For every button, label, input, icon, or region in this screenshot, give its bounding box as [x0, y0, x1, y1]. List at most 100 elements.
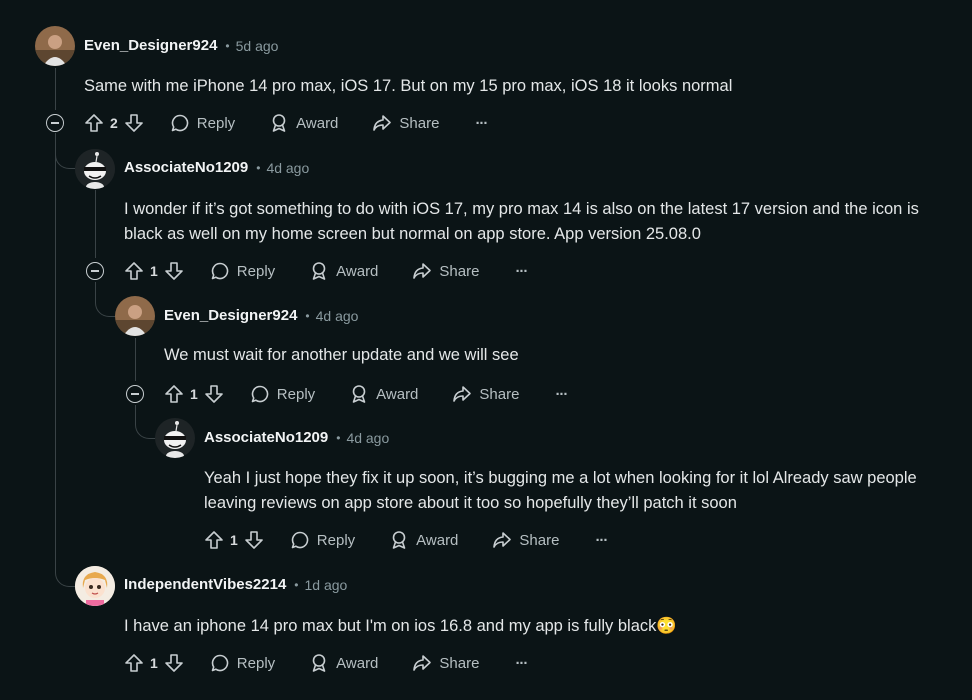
timestamp[interactable]: 1d ago: [305, 577, 348, 593]
award-label: Award: [376, 385, 419, 403]
collapse-thread-button[interactable]: [126, 385, 144, 403]
author-name[interactable]: IndependentVibes2214: [124, 576, 286, 593]
collapse-thread-button[interactable]: [86, 262, 104, 280]
award-icon: [392, 531, 406, 549]
share-label: Share: [439, 262, 480, 280]
avatar[interactable]: [35, 26, 75, 66]
downvote-icon: [124, 114, 143, 132]
upvote-icon: [205, 531, 223, 549]
upvote-icon: [125, 654, 143, 672]
reply-button[interactable]: Reply: [250, 384, 315, 404]
vote-count: 1: [190, 386, 198, 402]
thread-line: [135, 338, 136, 381]
upvote-icon: [165, 385, 183, 403]
more-options-button[interactable]: ···: [555, 386, 568, 403]
award-button[interactable]: Award: [269, 113, 338, 133]
share-icon: [373, 115, 392, 131]
comment-body: I have an iphone 14 pro max but I'm on i…: [124, 617, 677, 635]
comment-header: Even_Designer924 • 5d ago: [84, 37, 278, 54]
reply-label: Reply: [196, 114, 236, 132]
reply-button[interactable]: Reply: [210, 653, 275, 673]
comment-body: Same with me iPhone 14 pro max, iOS 17. …: [84, 77, 733, 95]
vote-count: 1: [230, 532, 238, 548]
comment-bubble-icon: [291, 531, 309, 549]
author-name[interactable]: AssociateNo1209: [204, 429, 328, 446]
comment-header: IndependentVibes2214 • 1d ago: [124, 576, 347, 593]
share-button[interactable]: Share: [372, 113, 439, 133]
comment-body: We must wait for another update and we w…: [164, 346, 519, 364]
thread-line: [55, 68, 56, 110]
thread-line: [55, 133, 56, 553]
cartoon-avatar-icon: [75, 566, 115, 606]
timestamp[interactable]: 4d ago: [316, 308, 359, 324]
vote-count: 1: [150, 655, 158, 671]
downvote-button[interactable]: [164, 653, 184, 673]
avatar[interactable]: [155, 418, 195, 458]
downvote-button[interactable]: [164, 261, 184, 281]
user-photo-icon: [115, 296, 155, 336]
comment-actions: 1 Reply Award Share ···: [164, 382, 568, 406]
more-options-button[interactable]: ···: [515, 263, 528, 280]
downvote-button[interactable]: [244, 530, 264, 550]
avatar[interactable]: [75, 566, 115, 606]
award-label: Award: [336, 262, 379, 280]
upvote-button[interactable]: [164, 384, 184, 404]
avatar[interactable]: [75, 149, 115, 189]
reply-button[interactable]: Reply: [210, 261, 275, 281]
award-button[interactable]: Award: [389, 530, 458, 550]
share-icon: [493, 532, 512, 548]
comment-body: I wonder if it’s got something to do wit…: [124, 200, 919, 243]
award-icon: [312, 654, 326, 672]
comment-bubble-icon: [171, 114, 189, 132]
award-button[interactable]: Award: [309, 653, 378, 673]
share-button[interactable]: Share: [452, 384, 519, 404]
separator-dot: •: [294, 577, 299, 592]
award-button[interactable]: Award: [349, 384, 418, 404]
award-button[interactable]: Award: [309, 261, 378, 281]
share-icon: [453, 386, 472, 402]
timestamp[interactable]: 5d ago: [236, 38, 279, 54]
share-icon: [413, 263, 432, 279]
comment-actions: 1 Reply Award Share ···: [124, 259, 528, 283]
reply-label: Reply: [236, 654, 276, 672]
comment-body: Yeah I just hope they fix it up soon, it…: [204, 469, 917, 512]
timestamp[interactable]: 4d ago: [266, 160, 309, 176]
share-label: Share: [399, 114, 440, 132]
downvote-icon: [244, 531, 263, 549]
share-button[interactable]: Share: [412, 261, 479, 281]
author-name[interactable]: Even_Designer924: [84, 37, 217, 54]
collapse-thread-button[interactable]: [46, 114, 64, 132]
reply-button[interactable]: Reply: [290, 530, 355, 550]
upvote-button[interactable]: [124, 653, 144, 673]
comment-bubble-icon: [211, 654, 229, 672]
award-icon: [272, 114, 286, 132]
award-icon: [312, 262, 326, 280]
comment-actions: 2 Reply Award Share ···: [84, 111, 488, 135]
separator-dot: •: [225, 38, 230, 53]
downvote-button[interactable]: [204, 384, 224, 404]
comment-bubble-icon: [251, 385, 269, 403]
upvote-button[interactable]: [124, 261, 144, 281]
share-label: Share: [519, 531, 560, 549]
share-button[interactable]: Share: [412, 653, 479, 673]
upvote-button[interactable]: [204, 530, 224, 550]
author-name[interactable]: Even_Designer924: [164, 307, 297, 324]
reply-label: Reply: [236, 262, 276, 280]
reply-label: Reply: [276, 385, 316, 403]
share-icon: [413, 655, 432, 671]
snoo-avatar-icon: [155, 418, 195, 458]
reply-label: Reply: [316, 531, 356, 549]
more-options-button[interactable]: ···: [595, 532, 608, 549]
author-name[interactable]: AssociateNo1209: [124, 159, 248, 176]
share-button[interactable]: Share: [492, 530, 559, 550]
reply-button[interactable]: Reply: [170, 113, 235, 133]
separator-dot: •: [336, 430, 341, 445]
comment-bubble-icon: [211, 262, 229, 280]
timestamp[interactable]: 4d ago: [346, 430, 389, 446]
downvote-button[interactable]: [124, 113, 144, 133]
more-options-button[interactable]: ···: [475, 115, 488, 132]
more-options-button[interactable]: ···: [515, 655, 528, 672]
thread-line: [95, 190, 96, 258]
upvote-button[interactable]: [84, 113, 104, 133]
avatar[interactable]: [115, 296, 155, 336]
